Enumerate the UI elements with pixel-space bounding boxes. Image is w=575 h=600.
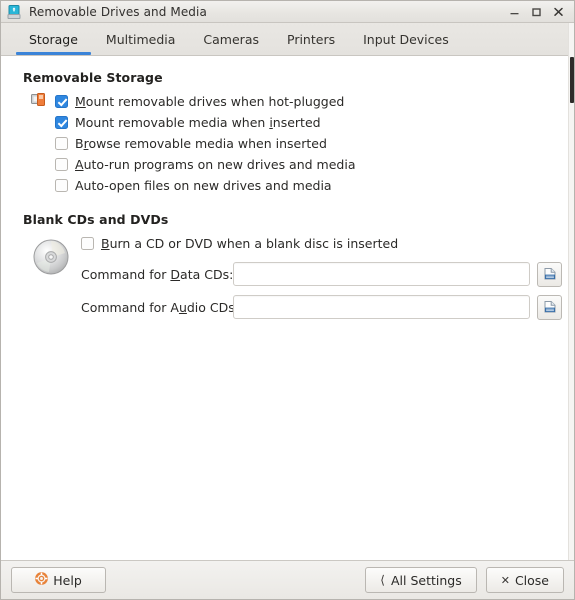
- tab-label: Cameras: [203, 31, 259, 47]
- checkbox-autorun-programs[interactable]: [55, 158, 68, 171]
- cd-disc-icon: [31, 237, 71, 277]
- option-autoopen-files[interactable]: Auto-open files on new drives and media: [55, 175, 574, 196]
- option-label: Mount removable media when inserted: [75, 115, 321, 130]
- checkbox-burn-blank-disc[interactable]: [81, 236, 94, 250]
- help-button[interactable]: Help: [11, 567, 106, 593]
- option-label: Browse removable media when inserted: [75, 136, 327, 151]
- tab-storage[interactable]: Storage: [15, 23, 92, 55]
- close-button[interactable]: ✕ Close: [485, 567, 564, 593]
- help-button-label: Help: [53, 572, 82, 588]
- minimize-icon[interactable]: [509, 5, 520, 18]
- option-label: Burn a CD or DVD when a blank disc is in…: [101, 235, 399, 251]
- field-row-audio-cds: Command for Audio CDs:: [81, 294, 574, 320]
- browse-button-audio-cds[interactable]: [537, 294, 562, 320]
- label-command-audio-cds: Command for Audio CDs:: [81, 299, 239, 315]
- removable-storage-section: Removable Storage Mount removable drives…: [1, 70, 574, 196]
- tab-label: Multimedia: [105, 31, 176, 47]
- option-browse-media-inserted[interactable]: Browse removable media when inserted: [55, 133, 574, 154]
- blank-cds-body: Burn a CD or DVD when a blank disc is in…: [29, 233, 574, 320]
- x-icon: ✕: [500, 573, 510, 587]
- help-lifering-icon: [35, 572, 49, 588]
- checkbox-mount-media-inserted[interactable]: [55, 116, 68, 129]
- checkbox-autoopen-files[interactable]: [55, 179, 68, 192]
- removable-drives-window: Removable Drives and Media Storage Multi…: [0, 0, 575, 600]
- removable-storage-options: Mount removable drives when hot-plugged …: [29, 91, 574, 196]
- field-row-data-cds: Command for Data CDs:: [81, 261, 574, 287]
- section-heading-removable-storage: Removable Storage: [23, 70, 163, 85]
- footer-bar: Help ⟨ All Settings ✕ Close: [1, 560, 574, 599]
- close-button-label: Close: [514, 572, 549, 588]
- all-settings-button-label: All Settings: [390, 572, 462, 588]
- tab-printers[interactable]: Printers: [273, 23, 349, 55]
- option-label: Auto-run programs on new drives and medi…: [75, 157, 356, 172]
- maximize-icon[interactable]: [531, 5, 542, 18]
- close-icon[interactable]: [553, 5, 564, 18]
- tab-cameras[interactable]: Cameras: [189, 23, 273, 55]
- tab-input-devices[interactable]: Input Devices: [349, 23, 463, 55]
- option-label: Auto-open files on new drives and media: [75, 178, 332, 193]
- checkbox-browse-media-inserted[interactable]: [55, 137, 68, 150]
- footer-actions: ⟨ All Settings ✕ Close: [365, 567, 564, 593]
- chevron-left-icon: ⟨: [380, 573, 385, 587]
- window-scrollbar[interactable]: [568, 23, 574, 560]
- section-heading-blank-cds: Blank CDs and DVDs: [23, 212, 169, 227]
- window-controls: [509, 5, 570, 18]
- option-burn-blank-disc[interactable]: Burn a CD or DVD when a blank disc is in…: [81, 233, 574, 253]
- option-autorun-programs[interactable]: Auto-run programs on new drives and medi…: [55, 154, 574, 175]
- tab-label: Printers: [287, 31, 336, 47]
- titlebar: Removable Drives and Media: [1, 1, 574, 23]
- input-command-audio-cds[interactable]: [233, 295, 530, 319]
- tab-label: Input Devices: [363, 31, 449, 47]
- label-command-data-cds: Command for Data CDs:: [81, 266, 234, 282]
- option-label: Mount removable drives when hot-plugged: [75, 94, 345, 109]
- all-settings-button[interactable]: ⟨ All Settings: [365, 567, 477, 593]
- removable-drive-icon: [6, 4, 22, 20]
- removable-media-badge-icon: [31, 92, 48, 108]
- browse-button-data-cds[interactable]: [537, 261, 562, 287]
- option-mount-hotplug[interactable]: Mount removable drives when hot-plugged: [55, 91, 574, 112]
- checkbox-mount-hotplug[interactable]: [55, 95, 68, 108]
- tab-bar: Storage Multimedia Cameras Printers Inpu…: [1, 23, 574, 56]
- input-command-data-cds[interactable]: [233, 262, 530, 286]
- tab-label: Storage: [29, 31, 78, 47]
- tab-multimedia[interactable]: Multimedia: [92, 23, 190, 55]
- option-mount-media-inserted[interactable]: Mount removable media when inserted: [55, 112, 574, 133]
- storage-tab-panel: Removable Storage Mount removable drives…: [1, 56, 574, 560]
- scrollbar-thumb[interactable]: [570, 57, 574, 103]
- blank-cds-section: Blank CDs and DVDs Burn a CD or DVD when…: [1, 212, 574, 320]
- window-title: Removable Drives and Media: [29, 4, 207, 19]
